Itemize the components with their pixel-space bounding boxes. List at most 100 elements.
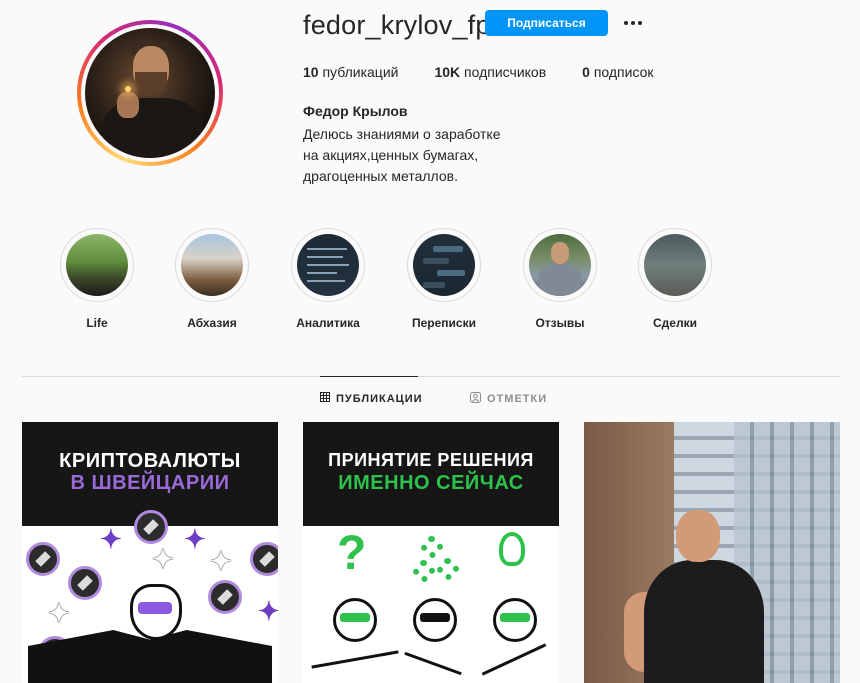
highlight-label: Отзывы: [535, 316, 585, 330]
post-crypto-switzerland[interactable]: КРИПТОВАЛЮТЫ В ШВЕЙЦАРИИ ✦ ✦ ✦ ✦ ✦ ✦ ✦: [22, 422, 278, 683]
tab-label: ПУБЛИКАЦИИ: [336, 392, 423, 405]
ethereum-coin-icon: [68, 566, 102, 600]
profile-username: fedor_krylov_fp: [303, 10, 491, 40]
text-line: [307, 280, 345, 282]
character-arm: [404, 651, 462, 676]
person-head: [676, 510, 720, 562]
dot: [631, 21, 635, 25]
tab-publications[interactable]: ПУБЛИКАЦИИ: [320, 392, 423, 405]
cover-shirt: [539, 264, 581, 296]
highlight-deals[interactable]: Сделки: [637, 228, 713, 330]
post-banner: ПРИНЯТИЕ РЕШЕНИЯ ИМЕННО СЕЙЧАС: [303, 422, 559, 526]
stat-following[interactable]: 0 подписок: [582, 64, 653, 80]
bio-line: драгоценных металлов.: [303, 168, 458, 184]
character-head: [333, 598, 377, 642]
character-arm: [311, 650, 399, 669]
more-options-icon[interactable]: [620, 10, 646, 36]
avatar-photo: [85, 28, 215, 158]
highlight-label: Life: [86, 316, 108, 330]
highlight-ring: [523, 228, 597, 302]
highlight-cover: [529, 234, 591, 296]
avatar-beard: [135, 72, 167, 96]
highlight-cover: [181, 234, 243, 296]
highlight-label: Аналитика: [296, 316, 360, 330]
follow-button[interactable]: Подписаться: [485, 10, 608, 36]
highlight-ring: [175, 228, 249, 302]
lightbulb-icon: [499, 532, 525, 566]
ethereum-coin-icon: [26, 542, 60, 576]
stat-label: подписок: [593, 64, 654, 80]
sparkle-icon: ✦: [48, 598, 70, 628]
stat-value: 10K: [434, 64, 461, 80]
active-tab-indicator: [320, 376, 418, 377]
man-glasses: [138, 602, 172, 614]
bio-line: Делюсь знаниями о заработке: [303, 126, 501, 142]
highlight-cover: [413, 234, 475, 296]
highlight-life[interactable]: Life: [59, 228, 135, 330]
tabs-divider: [22, 376, 840, 377]
post-title-line1: КРИПТОВАЛЮТЫ: [59, 450, 241, 472]
stat-label: публикаций: [322, 64, 399, 80]
ethereum-coin-icon: [134, 510, 168, 544]
question-mark-icon: ?: [337, 527, 367, 580]
highlight-ring: [60, 228, 134, 302]
highlight-ring: [291, 228, 365, 302]
sparkle-icon: ✦: [258, 596, 278, 626]
stat-followers[interactable]: 10K подписчиков: [434, 64, 546, 80]
character-head: [413, 598, 457, 642]
ethereum-coin-icon: [250, 542, 278, 576]
avatar-lighter-flame: [125, 86, 131, 92]
gear-icon: [437, 558, 459, 580]
profile-avatar[interactable]: [77, 20, 223, 166]
highlight-analytics[interactable]: Аналитика: [290, 228, 366, 330]
stat-label: подписчиков: [464, 64, 547, 80]
highlight-cover: [297, 234, 359, 296]
sparkle-icon: ✦: [100, 524, 122, 554]
highlight-reviews[interactable]: Отзывы: [522, 228, 598, 330]
highlight-chats[interactable]: Переписки: [406, 228, 482, 330]
gear-icon: [413, 560, 435, 582]
highlight-cover: [644, 234, 706, 296]
post-title-line1: ПРИНЯТИЕ РЕШЕНИЯ: [328, 450, 534, 470]
post-decision-now[interactable]: ПРИНЯТИЕ РЕШЕНИЯ ИМЕННО СЕЙЧАС ?: [303, 422, 559, 683]
person-body: [644, 560, 764, 683]
stat-value: 0: [582, 64, 590, 80]
highlight-label: Абхазия: [187, 316, 237, 330]
post-title-line2: ИМЕННО СЕЙЧАС: [338, 472, 524, 494]
dot: [624, 21, 628, 25]
post-man-city-photo[interactable]: [584, 422, 840, 683]
character-glasses: [500, 613, 530, 622]
character-head: [493, 598, 537, 642]
highlight-ring: [407, 228, 481, 302]
dot: [638, 21, 642, 25]
ethereum-coin-icon: [208, 580, 242, 614]
highlight-label: Сделки: [653, 316, 697, 330]
stat-value: 10: [303, 64, 319, 80]
profile-stats: 10 публикаций 10K подписчиков 0 подписок: [303, 64, 690, 80]
grid-icon: [320, 392, 330, 405]
text-line: [307, 272, 337, 274]
character-glasses: [420, 613, 450, 622]
message-bubble: [423, 282, 445, 288]
cover-face: [551, 242, 569, 264]
character-arm: [481, 643, 547, 676]
highlight-ring: [638, 228, 712, 302]
text-line: [307, 256, 343, 258]
highlight-abkhazia[interactable]: Абхазия: [174, 228, 250, 330]
sparkle-icon: ✦: [152, 544, 174, 574]
highlight-cover: [66, 234, 128, 296]
message-bubble: [423, 258, 449, 264]
tagged-icon: [470, 392, 481, 406]
tab-tagged[interactable]: ОТМЕТКИ: [470, 392, 547, 406]
profile-full-name: Федор Крылов: [303, 103, 408, 119]
profile-bio: Делюсь знаниями о заработке на акциях,це…: [303, 124, 501, 187]
gear-icon: [421, 536, 443, 558]
highlight-label: Переписки: [412, 316, 476, 330]
post-title-line2: В ШВЕЙЦАРИИ: [70, 472, 230, 494]
text-line: [307, 264, 349, 266]
sparkle-icon: ✦: [210, 546, 232, 576]
message-bubble: [437, 270, 465, 276]
avatar-hand: [117, 92, 139, 118]
bio-line: на акциях,ценных бумагах,: [303, 147, 479, 163]
character-glasses: [340, 613, 370, 622]
